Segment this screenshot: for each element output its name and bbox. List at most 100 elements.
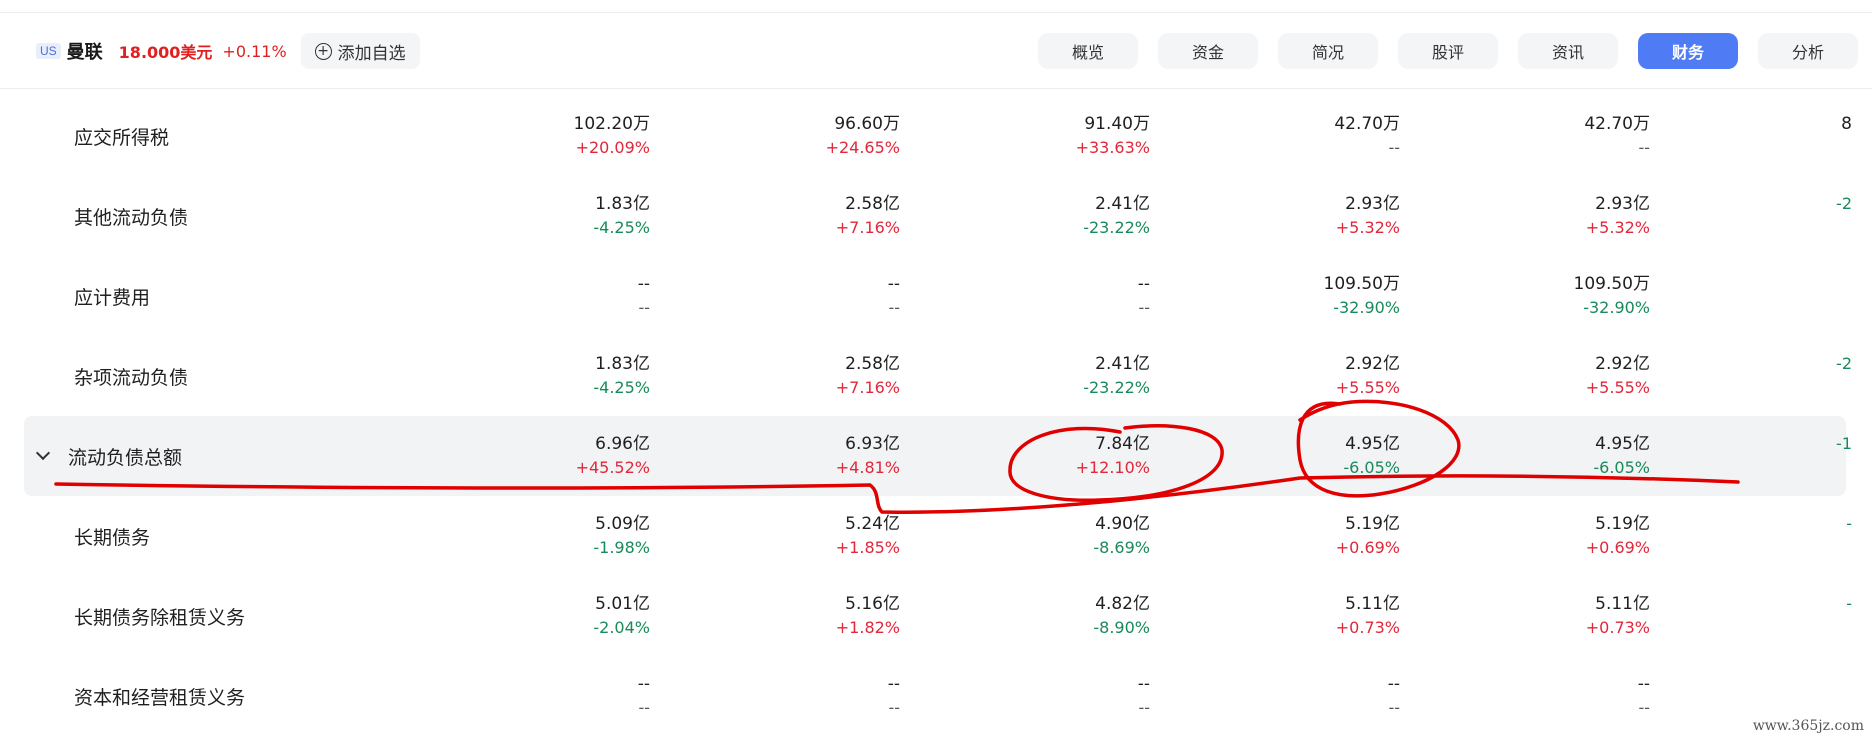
cell-value: 109.50万: [1323, 274, 1400, 294]
cell-value: --: [1137, 274, 1150, 294]
cell-change: +1.85%: [835, 538, 900, 557]
table-row: 应计费用 -- -- -- -- -- -- 109.50万 -32.90% 109.50万 -32…: [0, 256, 1872, 336]
table-cell: 96.60万 +24.65%: [680, 112, 900, 160]
stock-name: 曼联: [66, 42, 103, 63]
table-cell: -- --: [930, 672, 1150, 720]
cell-change: +20.09%: [575, 138, 650, 157]
cell-change: +7.16%: [835, 378, 900, 397]
cell-value: 5.19亿: [1595, 514, 1650, 534]
cell-change: +7.16%: [835, 218, 900, 237]
table-cell: 4.82亿 -8.90%: [930, 592, 1150, 640]
tab-2[interactable]: 简况: [1278, 33, 1378, 69]
cell-change: +33.63%: [1075, 138, 1150, 157]
cell-value: --: [887, 274, 900, 294]
stock-summary: US 曼联 18.000美元 +0.11% + 添加自选: [36, 28, 420, 74]
cell-change: -32.90%: [1333, 298, 1400, 317]
cell-change: +0.69%: [1335, 538, 1400, 557]
cell-value: 2.58亿: [845, 194, 900, 214]
tab-5[interactable]: 财务: [1638, 33, 1738, 69]
row-label: 资本和经营租赁义务: [74, 686, 246, 709]
cell-change: --: [1138, 298, 1150, 317]
table-cell: -: [1652, 592, 1852, 616]
tab-4[interactable]: 资讯: [1518, 33, 1618, 69]
table-cell: -: [1652, 512, 1852, 536]
table-cell: -- --: [930, 272, 1150, 320]
cell-value: 5.11亿: [1595, 594, 1650, 614]
table-cell: 109.50万 -32.90%: [1180, 272, 1400, 320]
cell-change: -32.90%: [1583, 298, 1650, 317]
cell-value: 8: [1841, 114, 1852, 134]
table-cell: 2.93亿 +5.32%: [1180, 192, 1400, 240]
table-cell: 4.90亿 -8.69%: [930, 512, 1150, 560]
cell-value: 2.92亿: [1345, 354, 1400, 374]
cell-change: +4.81%: [835, 458, 900, 477]
cell-change: --: [1388, 138, 1400, 157]
cell-value: --: [1137, 674, 1150, 694]
cell-change: +0.73%: [1335, 618, 1400, 637]
table-cell: -- --: [430, 672, 650, 720]
cell-change: -8.69%: [1093, 538, 1150, 557]
table-cell: -- --: [680, 672, 900, 720]
cell-change: --: [888, 698, 900, 717]
table-cell: 42.70万 --: [1180, 112, 1400, 160]
table-cell: 2.92亿 +5.55%: [1430, 352, 1650, 400]
table-row[interactable]: 流动负债总额 6.96亿 +45.52% 6.93亿 +4.81% 7.84亿 +12.10…: [0, 416, 1872, 496]
table-cell: 42.70万 --: [1430, 112, 1650, 160]
table-cell: 91.40万 +33.63%: [930, 112, 1150, 160]
table-cell: 5.09亿 -1.98%: [430, 512, 650, 560]
cell-value: 96.60万: [834, 114, 900, 134]
cell-value: --: [637, 274, 650, 294]
plus-circle-icon: +: [314, 42, 332, 60]
cell-value: 5.01亿: [595, 594, 650, 614]
cell-change: +24.65%: [825, 138, 900, 157]
table-cell: -- --: [430, 272, 650, 320]
table-cell: 2.41亿 -23.22%: [930, 192, 1150, 240]
add-to-watchlist-label: 添加自选: [337, 43, 406, 64]
table-cell: 5.11亿 +0.73%: [1430, 592, 1650, 640]
table-cell: 6.96亿 +45.52%: [430, 432, 650, 480]
cell-value: --: [887, 674, 900, 694]
cell-change: --: [638, 698, 650, 717]
cell-change: --: [888, 298, 900, 317]
table-cell: -- --: [680, 272, 900, 320]
table-cell: 4.95亿 -6.05%: [1430, 432, 1650, 480]
tab-1[interactable]: 资金: [1158, 33, 1258, 69]
cell-change: -2: [1836, 354, 1852, 373]
table-cell: -- --: [1430, 672, 1650, 720]
table-cell: 2.92亿 +5.55%: [1180, 352, 1400, 400]
table-cell: 5.19亿 +0.69%: [1430, 512, 1650, 560]
cell-value: 2.92亿: [1595, 354, 1650, 374]
cell-change: +5.32%: [1585, 218, 1650, 237]
header-divider: [0, 88, 1872, 89]
cell-value: 7.84亿: [1095, 434, 1150, 454]
table-cell: 8: [1652, 112, 1852, 136]
cell-change: --: [1138, 698, 1150, 717]
row-label: 流动负债总额: [68, 446, 183, 469]
cell-change: -23.22%: [1083, 218, 1150, 237]
cell-change: --: [1638, 698, 1650, 717]
cell-value: 109.50万: [1573, 274, 1650, 294]
tab-0[interactable]: 概览: [1038, 33, 1138, 69]
row-label: 杂项流动负债: [74, 366, 189, 389]
cell-change: -1: [1836, 434, 1852, 453]
cell-value: 91.40万: [1084, 114, 1150, 134]
add-to-watchlist-button[interactable]: + 添加自选: [300, 33, 420, 69]
cell-value: 2.41亿: [1095, 194, 1150, 214]
cell-change: +1.82%: [835, 618, 900, 637]
table-row: 应交所得税 102.20万 +20.09% 96.60万 +24.65% 91.40万 +3…: [0, 96, 1872, 176]
cell-value: 4.95亿: [1345, 434, 1400, 454]
cell-value: 2.58亿: [845, 354, 900, 374]
tab-6[interactable]: 分析: [1758, 33, 1858, 69]
cell-value: 1.83亿: [595, 354, 650, 374]
table-cell: 5.16亿 +1.82%: [680, 592, 900, 640]
cell-value: 4.95亿: [1595, 434, 1650, 454]
cell-value: 5.09亿: [595, 514, 650, 534]
cell-value: 5.11亿: [1345, 594, 1400, 614]
cell-change: -6.05%: [1593, 458, 1650, 477]
row-label: 长期债务除租赁义务: [74, 606, 246, 629]
tab-3[interactable]: 股评: [1398, 33, 1498, 69]
cell-change: -2.04%: [593, 618, 650, 637]
cell-value: 5.24亿: [845, 514, 900, 534]
stock-price: 18.000美元: [118, 43, 213, 62]
row-label: 应交所得税: [74, 126, 170, 149]
